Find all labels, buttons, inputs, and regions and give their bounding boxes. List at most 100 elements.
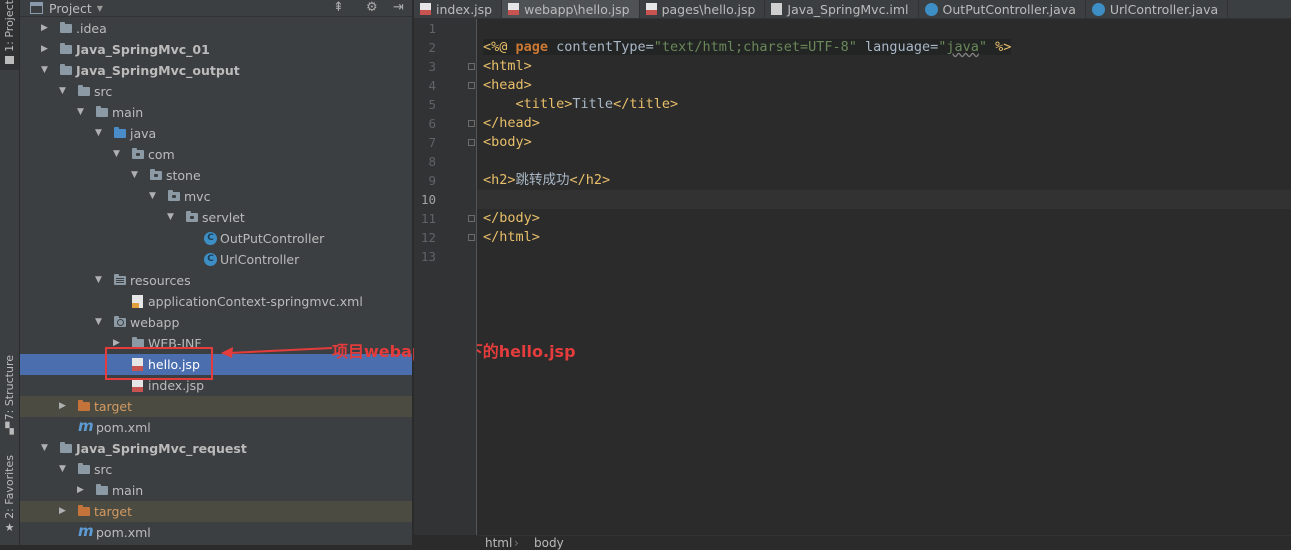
line-number: 9 — [428, 173, 436, 188]
fold-marker-icon[interactable] — [468, 120, 475, 127]
tab-java-springmvc-iml[interactable]: Java_SpringMvc.iml — [765, 0, 919, 18]
chevron-down-icon[interactable]: ▼ — [130, 165, 139, 186]
tree-item-com[interactable]: ▼ com — [20, 144, 412, 165]
code-line: </body> — [483, 210, 540, 226]
chevron-down-icon[interactable]: ▼ — [166, 207, 175, 228]
breadcrumb-separator: › — [514, 536, 519, 550]
tree-item-label: main — [112, 483, 144, 498]
tree-item-servlet[interactable]: ▼ servlet — [20, 207, 412, 228]
tree-item-java-springmvc-01[interactable]: ▶ Java_SpringMvc_01 — [20, 39, 412, 60]
tree-item-pom-xml[interactable]: m pom.xml — [20, 522, 412, 543]
chevron-right-icon[interactable]: ▶ — [58, 501, 67, 522]
tab-label: index.jsp — [436, 1, 493, 17]
tab-outputcontroller-java[interactable]: OutPutController.java — [919, 0, 1086, 18]
code-line: <%@ page contentType="text/html;charset=… — [483, 39, 1012, 55]
tree-item-src[interactable]: ▼ src — [20, 459, 412, 480]
breadcrumb-html[interactable]: html — [485, 536, 512, 550]
tree-item-label: target — [94, 399, 133, 414]
tree-item-resources[interactable]: ▼ resources — [20, 270, 412, 291]
tree-item-label: target — [94, 504, 133, 519]
tree-item-java-springmvc-output[interactable]: ▼ Java_SpringMvc_output — [20, 60, 412, 81]
tree-item-main[interactable]: ▶ main — [20, 480, 412, 501]
project-panel-header: Project ▼ ⇞ ⚙ ⇥ — [20, 0, 412, 17]
tree-item-label: main — [112, 105, 144, 120]
tree-item-idea[interactable]: ▶ .idea — [20, 18, 412, 39]
fold-marker-icon[interactable] — [468, 63, 475, 70]
tree-item-urlcontroller[interactable]: C UrlController — [20, 249, 412, 270]
fold-marker-icon[interactable] — [468, 234, 475, 241]
tree-item-webapp[interactable]: ▼ webapp — [20, 312, 412, 333]
resources-folder-icon — [114, 274, 126, 285]
project-tool-tab-label: 1: Project — [3, 0, 16, 52]
jsp-file-icon — [420, 3, 431, 15]
breadcrumb: html › body — [476, 535, 1291, 550]
tree-item-label: OutPutController — [220, 231, 325, 246]
code-editor[interactable]: <%@ page contentType="text/html;charset=… — [477, 19, 1291, 535]
fold-marker-icon[interactable] — [468, 139, 475, 146]
chevron-down-icon[interactable]: ▼ — [76, 102, 85, 123]
chevron-down-icon[interactable]: ▼ — [94, 270, 103, 291]
gear-icon[interactable]: ⚙ — [366, 0, 378, 15]
tree-item-stone[interactable]: ▼ stone — [20, 165, 412, 186]
chevron-right-icon[interactable]: ▶ — [76, 480, 85, 501]
folder-icon — [96, 106, 108, 117]
tree-item-label: UrlController — [220, 252, 300, 267]
chevron-down-icon[interactable]: ▼ — [58, 81, 67, 102]
tree-item-label: servlet — [202, 210, 245, 225]
tree-item-src[interactable]: ▼ src — [20, 81, 412, 102]
chevron-right-icon[interactable]: ▶ — [58, 396, 67, 417]
code-line: </head> — [483, 115, 540, 131]
chevron-down-icon[interactable]: ▼ — [40, 438, 49, 459]
line-number: 1 — [428, 21, 436, 36]
favorites-tool-tab[interactable]: 2: Favorites ★ — [0, 455, 19, 534]
fold-marker-icon[interactable] — [468, 215, 475, 222]
tree-item-pom-xml[interactable]: m pom.xml — [20, 417, 412, 438]
maven-icon: m — [78, 522, 94, 540]
project-tool-tab[interactable]: 1: Project — [0, 0, 19, 70]
tree-item-label: Java_SpringMvc_output — [76, 63, 240, 78]
code-line: <title>Title</title> — [515, 96, 679, 112]
chevron-right-icon[interactable]: ▶ — [40, 18, 49, 39]
editor-tab-bar: index.jsp webapp\hello.jsp pages\hello.jsp… — [414, 0, 1291, 19]
tree-item-target[interactable]: ▶ target — [20, 501, 412, 522]
chevron-right-icon[interactable]: ▶ — [40, 39, 49, 60]
package-icon — [168, 190, 180, 201]
class-icon — [1091, 2, 1105, 16]
chevron-down-icon[interactable]: ▼ — [94, 312, 103, 333]
structure-tool-tab[interactable]: 7: Structure ▚ — [0, 355, 19, 435]
chevron-down-icon[interactable]: ▼ — [148, 186, 157, 207]
hide-panel-icon[interactable]: ⇥ — [393, 0, 404, 15]
breadcrumb-body[interactable]: body — [534, 536, 564, 550]
line-number: 4 — [428, 78, 436, 93]
tree-item-index-jsp[interactable]: index.jsp — [20, 375, 412, 396]
tree-item-target[interactable]: ▶ target — [20, 396, 412, 417]
tree-item-label: pom.xml — [96, 420, 151, 435]
project-tool-icon — [5, 55, 14, 64]
chevron-down-icon[interactable]: ▼ — [97, 4, 103, 13]
tree-item-applicationcontext-springmvc-xml[interactable]: applicationContext-springmvc.xml — [20, 291, 412, 312]
tree-item-label: src — [94, 462, 113, 477]
chevron-down-icon[interactable]: ▼ — [94, 123, 103, 144]
tree-item-java[interactable]: ▼ java — [20, 123, 412, 144]
folder-icon — [60, 22, 72, 33]
tree-item-java-springmvc-request[interactable]: ▼ Java_SpringMvc_request — [20, 438, 412, 459]
chevron-down-icon[interactable]: ▼ — [112, 144, 121, 165]
tab-urlcontroller-java[interactable]: UrlController.java — [1086, 0, 1229, 18]
tree-item-mvc[interactable]: ▼ mvc — [20, 186, 412, 207]
fold-marker-icon[interactable] — [468, 82, 475, 89]
tree-item-outputcontroller[interactable]: C OutPutController — [20, 228, 412, 249]
project-panel-title[interactable]: Project — [49, 1, 92, 16]
chevron-down-icon[interactable]: ▼ — [40, 60, 49, 81]
editor-gutter: 1 2 3 4 5 6 7 8 9 10 11 12 13 — [414, 19, 477, 535]
collapse-all-icon[interactable]: ⇞ — [333, 0, 344, 15]
tab-index-jsp[interactable]: index.jsp — [414, 0, 503, 18]
tree-item-label: mvc — [184, 189, 211, 204]
tab-pages-hello-jsp[interactable]: pages\hello.jsp — [640, 0, 766, 18]
chevron-down-icon[interactable]: ▼ — [58, 459, 67, 480]
line-number: 7 — [428, 135, 436, 150]
tab-webapp-hello-jsp[interactable]: webapp\hello.jsp — [502, 0, 640, 18]
project-panel: Project ▼ ⇞ ⚙ ⇥ ▶ .idea ▶ Java_SpringMvc_01… — [20, 0, 431, 545]
folder-icon — [96, 484, 108, 495]
code-line: <h2>跳转成功</h2> — [483, 172, 611, 188]
tree-item-main[interactable]: ▼ main — [20, 102, 412, 123]
